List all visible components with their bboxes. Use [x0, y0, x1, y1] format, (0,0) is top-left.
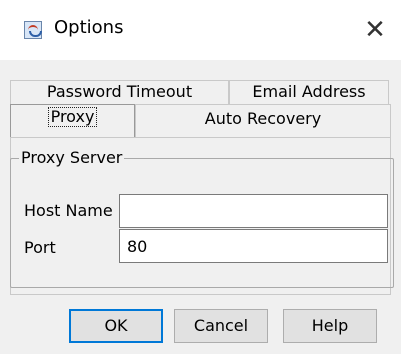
help-button[interactable]: Help [283, 309, 377, 343]
tab-password-timeout[interactable]: Password Timeout [10, 80, 229, 104]
tab-label: Password Timeout [46, 82, 193, 101]
tab-label: Auto Recovery [204, 109, 322, 128]
tab-label: Email Address [252, 82, 366, 101]
window-title: Options [54, 17, 124, 38]
port-label: Port [24, 238, 56, 257]
tab-auto-recovery[interactable]: Auto Recovery [135, 104, 391, 137]
close-icon[interactable]: ✕ [358, 13, 392, 47]
options-dialog: Options ✕ Password Timeout Email Address… [0, 0, 401, 354]
host-name-label: Host Name [24, 201, 113, 220]
tab-email-address[interactable]: Email Address [229, 80, 389, 104]
java-coffee-cup-icon [24, 21, 42, 39]
proxy-server-group-title: Proxy Server [19, 147, 125, 169]
tab-proxy[interactable]: Proxy [10, 104, 135, 138]
options-tabs: Password Timeout Email Address Proxy Aut… [10, 64, 391, 145]
host-name-field[interactable] [119, 194, 388, 228]
ok-button[interactable]: OK [69, 309, 163, 343]
title-bar[interactable]: Options ✕ [0, 0, 401, 60]
port-field[interactable] [119, 229, 388, 263]
cancel-button[interactable]: Cancel [174, 309, 268, 343]
tab-label: Proxy [47, 107, 98, 127]
